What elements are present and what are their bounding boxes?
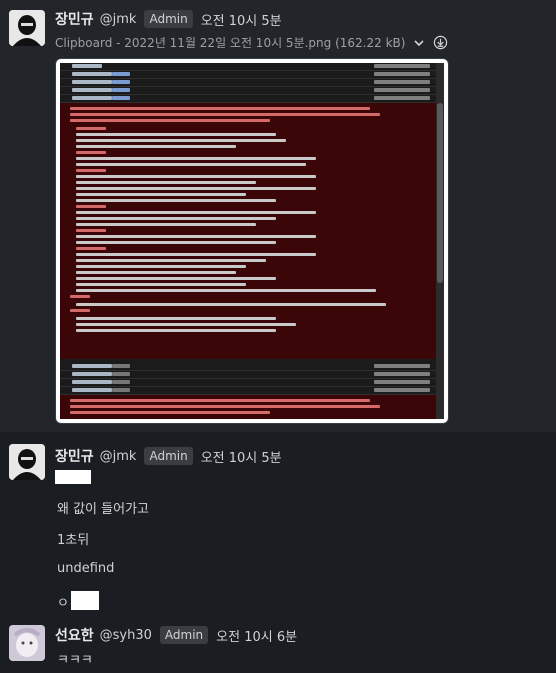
message-text: 왜 값이 들어가고	[57, 502, 149, 517]
timestamp[interactable]: 오전 10시 6분	[216, 626, 297, 645]
message-header: 장민규 @jmk Admin 오전 10시 5분	[55, 8, 282, 30]
message-header: 장민규 @jmk Admin 오전 10시 5분	[55, 445, 282, 467]
author-handle[interactable]: @jmk	[100, 449, 137, 464]
timestamp[interactable]: 오전 10시 5분	[201, 10, 282, 29]
avatar[interactable]	[9, 10, 45, 46]
attachment-title[interactable]: Clipboard - 2022년 11월 22일 오전 10시 5분.png …	[55, 34, 405, 51]
avatar[interactable]	[9, 625, 45, 661]
redacted-text	[55, 470, 91, 484]
message-3: 선요한 @syh30 Admin 오전 10시 6분 ㅋㅋㅋ	[0, 612, 556, 673]
download-icon[interactable]	[433, 35, 448, 50]
redacted-text	[71, 591, 99, 610]
avatar[interactable]	[9, 444, 45, 480]
message-header: 선요한 @syh30 Admin 오전 10시 6분	[55, 624, 297, 646]
role-badge: Admin	[144, 10, 193, 28]
avatar-image	[9, 10, 45, 46]
console-screenshot	[60, 63, 444, 419]
role-badge: Admin	[159, 626, 209, 644]
author-name[interactable]: 선요한	[55, 625, 94, 645]
author-handle[interactable]: @syh30	[100, 628, 152, 643]
message-1: 장민규 @jmk Admin 오전 10시 5분 Clipboard - 202…	[0, 0, 556, 432]
role-badge: Admin	[144, 447, 193, 465]
chevron-down-icon[interactable]	[413, 37, 425, 49]
author-handle[interactable]: @jmk	[100, 12, 137, 27]
message-text: 1초뒤	[57, 533, 90, 548]
author-name[interactable]: 장민규	[55, 446, 94, 466]
avatar-image	[9, 625, 45, 661]
message-text: ㅋㅋㅋ	[57, 653, 93, 668]
avatar-image	[9, 444, 45, 480]
timestamp[interactable]: 오전 10시 5분	[201, 447, 282, 466]
attachment-header: Clipboard - 2022년 11월 22일 오전 10시 5분.png …	[55, 34, 448, 51]
console-scrollbar	[436, 63, 444, 419]
author-name[interactable]: 장민규	[55, 9, 94, 29]
message-2: 장민규 @jmk Admin 오전 10시 5분 왜 값이 들어가고 1초뒤 u…	[0, 432, 556, 611]
message-text: undefind	[57, 561, 115, 576]
attachment-image[interactable]	[55, 58, 449, 424]
message-text: ㅇ	[57, 596, 69, 611]
